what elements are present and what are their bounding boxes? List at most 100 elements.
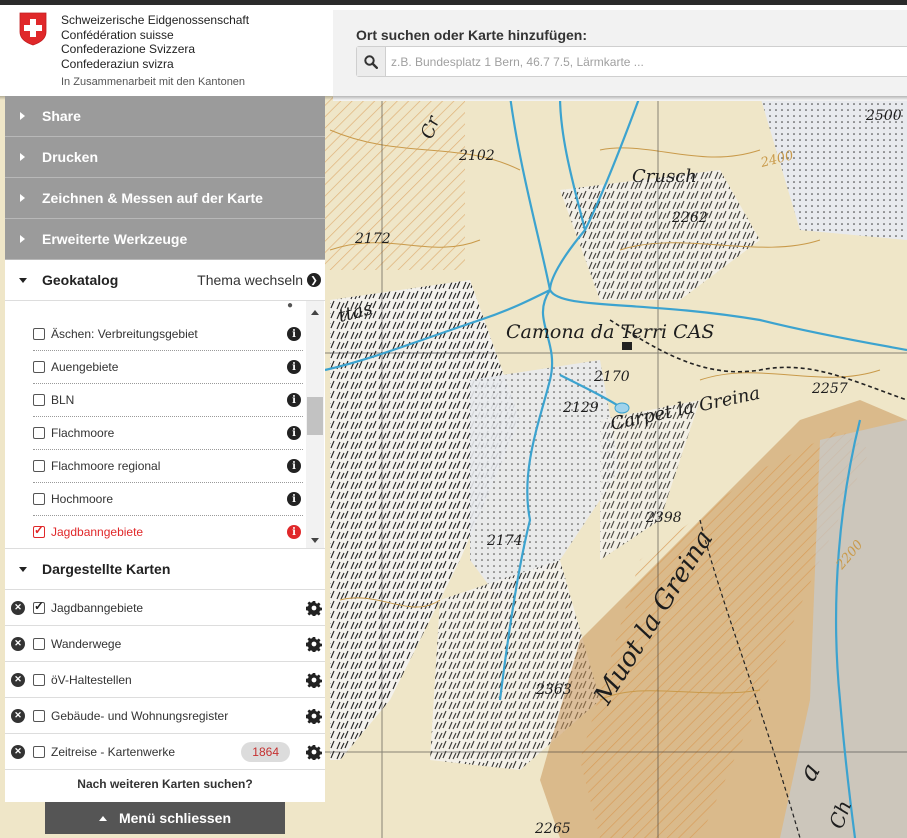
catalog-item-label: Äschen: Verbreitungsgebiet <box>51 327 198 341</box>
remove-layer-icon[interactable]: ✕ <box>11 744 25 759</box>
app-root: Camona da Terri CAS Carpet la Greina Cru… <box>0 0 907 838</box>
checkbox[interactable] <box>33 361 45 373</box>
spot-height: 2262 <box>671 210 708 226</box>
catalog-item[interactable]: Flachmoore regional i <box>33 450 303 483</box>
spot-height: 2363 <box>535 682 572 698</box>
gear-icon[interactable] <box>306 600 322 616</box>
checkbox[interactable] <box>33 673 45 686</box>
checkbox[interactable] <box>33 328 45 340</box>
search-input[interactable] <box>387 47 887 76</box>
catalog-item-label: Auengebiete <box>51 360 119 374</box>
checkbox[interactable] <box>33 460 45 472</box>
checkbox[interactable] <box>33 745 45 758</box>
gear-icon[interactable] <box>306 708 322 724</box>
catalog-item[interactable]: Auengebiete i <box>33 351 303 384</box>
catalog-item-label: Flachmoore regional <box>51 459 161 473</box>
gov-subtitle: In Zusammenarbeit mit den Kantonen <box>61 76 246 89</box>
scroll-down-arrow-icon[interactable] <box>311 538 319 543</box>
more-maps-link[interactable]: Nach weiteren Karten suchen? <box>5 770 325 798</box>
caret-down-icon <box>19 277 27 283</box>
remove-layer-icon[interactable]: ✕ <box>11 672 25 687</box>
remove-layer-icon[interactable]: ✕ <box>11 600 25 615</box>
theme-switch-button[interactable]: Thema wechseln ❯ <box>197 272 321 288</box>
checkbox[interactable] <box>33 394 45 406</box>
caret-up-icon <box>98 815 107 821</box>
geokatalog-header[interactable]: Geokatalog Thema wechseln ❯ <box>5 260 325 301</box>
map-label-crusch: Crusch <box>632 166 697 187</box>
displayed-maps-header[interactable]: Dargestellte Karten <box>5 549 325 590</box>
caret-right-icon <box>20 235 25 243</box>
year-badge[interactable]: 1864 <box>241 741 290 762</box>
checkbox-checked[interactable] <box>33 599 45 614</box>
catalog-item-label: Jagdbanngebiete <box>51 525 144 539</box>
info-icon[interactable]: i <box>287 492 301 506</box>
displayed-map-row: ✕ öV-Haltestellen <box>5 662 325 698</box>
checkbox[interactable] <box>33 493 45 505</box>
spot-height: 2129 <box>562 400 599 416</box>
info-icon[interactable]: i <box>287 327 301 341</box>
accordion-label: Erweiterte Werkzeuge <box>42 231 188 247</box>
government-title[interactable]: Schweizerische Eidgenossenschaft Confédé… <box>61 13 249 90</box>
caret-right-icon <box>20 112 25 120</box>
gov-line: Confederaziun svizra <box>61 56 174 71</box>
close-menu-button[interactable]: Menü schliessen <box>45 802 285 834</box>
checkbox[interactable] <box>33 427 45 439</box>
search-area: Ort suchen oder Karte hinzufügen: <box>333 10 907 101</box>
accordion-print[interactable]: Drucken <box>5 137 325 178</box>
gov-line: Confederazione Svizzera <box>61 42 196 57</box>
info-icon[interactable]: i <box>287 393 301 407</box>
displayed-map-label: Gebäude- und Wohnungsregister <box>51 708 229 723</box>
catalog-item[interactable]: Hochmoore i <box>33 483 303 516</box>
map-label-camona: Camona da Terri CAS <box>506 321 714 343</box>
spot-height: 2170 <box>593 369 630 385</box>
info-icon[interactable]: i <box>287 459 301 473</box>
displayed-maps-title: Dargestellte Karten <box>42 561 171 577</box>
spot-height: 2257 <box>811 381 848 397</box>
gear-icon[interactable] <box>306 744 322 760</box>
displayed-map-row: ✕ Wanderwege <box>5 626 325 662</box>
theme-switch-label: Thema wechseln <box>197 272 303 288</box>
search-button[interactable] <box>357 47 386 76</box>
catalog-item[interactable]: BLN i <box>33 384 303 417</box>
catalog-item-active[interactable]: Jagdbanngebiete i <box>33 516 303 548</box>
top-header: Schweizerische Eidgenossenschaft Confédé… <box>0 0 907 101</box>
checkbox[interactable] <box>33 709 45 722</box>
info-icon[interactable]: i <box>287 525 301 539</box>
scroll-thumb[interactable] <box>307 397 323 435</box>
menu-panel: Share Drucken Zeichnen & Messen auf der … <box>5 96 325 802</box>
catalog-item[interactable]: Flachmoore i <box>33 417 303 450</box>
remove-layer-icon[interactable]: ✕ <box>11 708 25 723</box>
accordion-draw-measure[interactable]: Zeichnen & Messen auf der Karte <box>5 178 325 219</box>
spot-height: 2398 <box>645 510 682 526</box>
spot-height: 2265 <box>534 821 571 837</box>
info-icon[interactable]: i <box>287 360 301 374</box>
info-icon[interactable]: i <box>287 426 301 440</box>
accordion-label: Share <box>42 108 81 124</box>
caret-down-icon <box>19 566 27 572</box>
displayed-map-label: Zeitreise - Kartenwerke <box>51 744 176 759</box>
swiss-cross-icon[interactable] <box>18 12 48 46</box>
displayed-map-label: Jagdbanngebiete <box>51 600 144 615</box>
displayed-map-label: Wanderwege <box>51 636 122 651</box>
accordion-advanced-tools[interactable]: Erweiterte Werkzeuge <box>5 219 325 260</box>
catalog-item-label: Flachmoore <box>51 426 115 440</box>
remove-layer-icon[interactable]: ✕ <box>11 636 25 651</box>
checkbox[interactable] <box>33 637 45 650</box>
spot-height: 2102 <box>458 148 495 164</box>
accordion-share[interactable]: Share <box>5 96 325 137</box>
catalog-item-label: Hochmoore <box>51 492 114 506</box>
chevron-right-circle-icon: ❯ <box>307 273 321 287</box>
catalog-scrollbar[interactable] <box>306 301 324 548</box>
displayed-map-row: ✕ Gebäude- und Wohnungsregister <box>5 698 325 734</box>
gear-icon[interactable] <box>306 636 322 652</box>
spot-height: 2174 <box>486 533 523 549</box>
scroll-up-arrow-icon[interactable] <box>311 310 319 315</box>
geokatalog-title: Geokatalog <box>42 272 119 288</box>
search-title: Ort suchen oder Karte hinzufügen: <box>356 27 588 43</box>
search-icon <box>364 54 378 69</box>
displayed-map-row: ✕ Jagdbanngebiete <box>5 590 325 626</box>
catalog-item[interactable]: Äschen: Verbreitungsgebiet i <box>33 318 303 351</box>
gear-icon[interactable] <box>306 672 322 688</box>
gov-line: Confédération suisse <box>61 27 174 42</box>
checkbox-checked[interactable] <box>33 523 45 538</box>
